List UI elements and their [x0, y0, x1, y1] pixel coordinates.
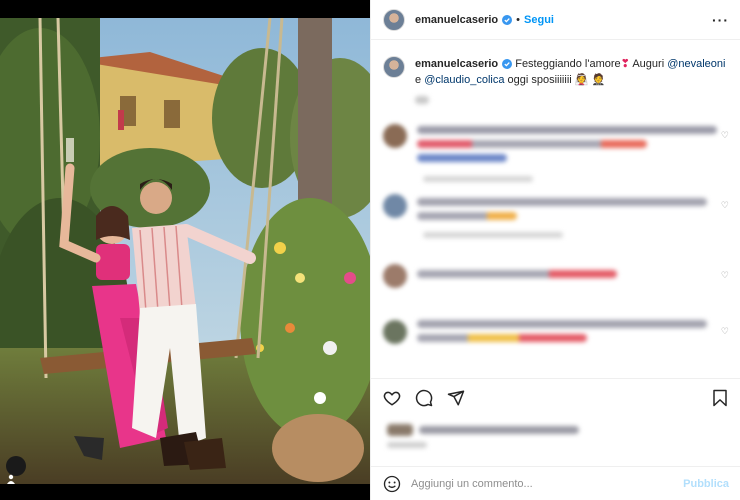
- caption-body: e: [415, 74, 425, 86]
- comment-item: ♡: [383, 188, 729, 258]
- caption-username[interactable]: emanuelcaserio: [415, 58, 498, 70]
- post-caption: emanuelcaserio Festeggiando l'amore❣ Aug…: [383, 56, 729, 88]
- comments-list: ♡ ♡ ♡ ♡: [383, 118, 729, 384]
- save-button[interactable]: [709, 387, 731, 409]
- caption-body: oggi sposiiiiiii: [504, 74, 575, 86]
- comment-button[interactable]: [413, 387, 435, 409]
- photo-top-letterbox: [0, 0, 370, 18]
- publish-button[interactable]: Pubblica: [683, 478, 729, 490]
- commenter-avatar[interactable]: [383, 194, 407, 218]
- commenter-avatar[interactable]: [383, 264, 407, 288]
- comment-like-icon[interactable]: ♡: [721, 130, 729, 141]
- comment-item: ♡: [383, 118, 729, 188]
- comment-like-icon[interactable]: ♡: [721, 270, 729, 281]
- mention-link[interactable]: @nevaleoni: [667, 58, 725, 70]
- share-button[interactable]: [445, 387, 467, 409]
- emoji-smiley-icon[interactable]: [383, 475, 401, 493]
- likes-and-date-blurred: [383, 422, 729, 452]
- mention-link[interactable]: @claudio_colica: [424, 74, 504, 86]
- bookmark-icon: [713, 389, 727, 406]
- post-action-bar: [371, 378, 740, 416]
- post-header: emanuelcaserio • Segui ···: [371, 0, 740, 40]
- paper-plane-icon: [447, 390, 465, 405]
- caption-body: Festeggiando l'amore: [515, 58, 621, 70]
- like-button[interactable]: [381, 387, 403, 409]
- commenter-avatar[interactable]: [383, 124, 407, 148]
- comment-input[interactable]: [411, 477, 684, 490]
- add-comment-bar: Pubblica: [371, 466, 740, 500]
- commenter-avatar[interactable]: [383, 320, 407, 344]
- follow-button[interactable]: Segui: [524, 14, 554, 26]
- caption-body: Auguri: [629, 58, 668, 70]
- photo-bottom-letterbox: [0, 484, 370, 500]
- verified-badge-icon: [502, 14, 513, 25]
- wedding-couple-photo: [0, 18, 370, 484]
- user-icon: [7, 474, 15, 484]
- separator-dot: •: [516, 13, 521, 26]
- heart-emoji: ❣: [620, 58, 630, 70]
- comment-bubble-icon: [415, 389, 433, 406]
- verified-badge-icon: [502, 59, 513, 70]
- tagged-users-button[interactable]: [6, 456, 26, 484]
- comment-like-icon[interactable]: ♡: [721, 200, 729, 211]
- post-photo[interactable]: [0, 0, 370, 500]
- caption-avatar[interactable]: [383, 56, 405, 78]
- heart-outline-icon: [383, 391, 401, 406]
- post-side-panel: emanuelcaserio • Segui ··· emanuelcaseri…: [370, 0, 740, 500]
- comment-like-icon[interactable]: ♡: [721, 326, 729, 337]
- avatar[interactable]: [383, 8, 405, 31]
- caption-timestamp-blurred: [415, 96, 615, 104]
- instagram-post: emanuelcaserio • Segui ··· emanuelcaseri…: [0, 0, 740, 500]
- comment-item: ♡: [383, 258, 729, 314]
- more-options-icon[interactable]: ···: [712, 12, 729, 28]
- comment-item: ♡: [383, 314, 729, 384]
- header-username[interactable]: emanuelcaserio: [415, 14, 498, 26]
- couple-emoji: 👰 🤵: [574, 74, 606, 86]
- caption-text: emanuelcaserio Festeggiando l'amore❣ Aug…: [415, 56, 725, 88]
